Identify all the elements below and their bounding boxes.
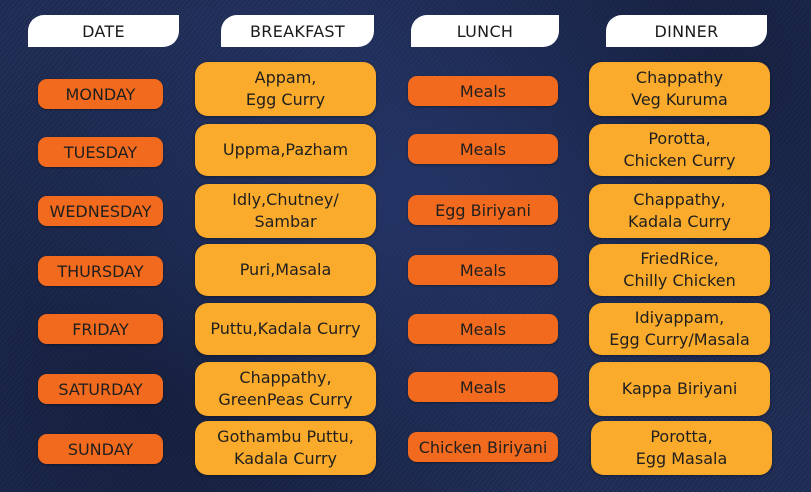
dinner-thursday: FriedRice, Chilly Chicken — [589, 244, 770, 296]
dinner-wednesday: Chappathy, Kadala Curry — [589, 184, 770, 238]
day-thursday: THURSDAY — [38, 256, 163, 286]
header-lunch: LUNCH — [411, 15, 559, 47]
breakfast-thursday: Puri,Masala — [195, 244, 376, 296]
lunch-saturday: Meals — [408, 372, 558, 402]
lunch-monday: Meals — [408, 76, 558, 106]
lunch-sunday: Chicken Biriyani — [408, 432, 558, 462]
dinner-sunday: Porotta, Egg Masala — [591, 421, 772, 475]
breakfast-tuesday: Uppma,Pazham — [195, 124, 376, 176]
day-wednesday: WEDNESDAY — [38, 196, 163, 226]
dinner-monday: Chappathy Veg Kuruma — [589, 62, 770, 116]
breakfast-friday: Puttu,Kadala Curry — [195, 303, 376, 355]
dinner-friday: Idiyappam, Egg Curry/Masala — [589, 303, 770, 355]
day-tuesday: TUESDAY — [38, 137, 163, 167]
lunch-friday: Meals — [408, 314, 558, 344]
header-breakfast: BREAKFAST — [221, 15, 374, 47]
lunch-wednesday: Egg Biriyani — [408, 195, 558, 225]
header-dinner: DINNER — [606, 15, 767, 47]
breakfast-sunday: Gothambu Puttu, Kadala Curry — [195, 421, 376, 475]
breakfast-monday: Appam, Egg Curry — [195, 62, 376, 116]
breakfast-wednesday: Idly,Chutney/ Sambar — [195, 184, 376, 238]
day-monday: MONDAY — [38, 79, 163, 109]
weekly-menu-board: DATE BREAKFAST LUNCH DINNER MONDAY Appam… — [0, 0, 811, 492]
day-friday: FRIDAY — [38, 314, 163, 344]
breakfast-saturday: Chappathy, GreenPeas Curry — [195, 362, 376, 416]
header-date: DATE — [28, 15, 179, 47]
day-saturday: SATURDAY — [38, 374, 163, 404]
lunch-thursday: Meals — [408, 255, 558, 285]
lunch-tuesday: Meals — [408, 134, 558, 164]
day-sunday: SUNDAY — [38, 434, 163, 464]
dinner-saturday: Kappa Biriyani — [589, 362, 770, 416]
dinner-tuesday: Porotta, Chicken Curry — [589, 124, 770, 176]
